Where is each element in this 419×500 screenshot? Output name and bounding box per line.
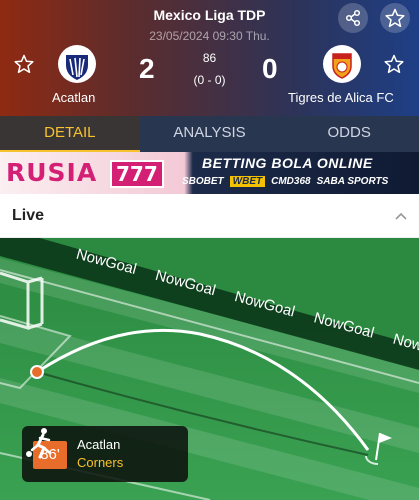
sponsor-saba: SABA SPORTS [316,176,389,187]
share-button[interactable] [338,3,368,33]
watermark-text: NowGoal [154,267,218,299]
banner-headline: BETTING BOLA ONLINE [202,155,373,171]
tab-odds[interactable]: ODDS [279,116,419,152]
match-header: Mexico Liga TDP 23/05/2024 09:30 Thu. Ac… [0,0,419,116]
half-time-score: (0 - 0) [193,73,226,87]
event-type: Corners [77,455,124,470]
ad-banner[interactable]: RUSIA 777 BETTING BOLA ONLINE SBOBET WBE… [0,152,419,194]
live-label: Live [12,207,45,224]
watermark-layer: NowGoal NowGoal NowGoal NowGoal NowGoal [74,246,419,363]
sponsor-cmd368: CMD368 [271,176,311,187]
share-icon [345,9,361,27]
sponsor-sbobet: SBOBET [182,176,224,187]
live-event-card: 86' Acatlan Corners [22,426,188,482]
banner-sponsors: SBOBET WBET CMD368 SABA SPORTS [182,176,388,187]
star-icon [385,8,405,28]
tab-detail[interactable]: DETAIL [0,116,140,152]
watermark-text: NowGoal [391,331,419,363]
tab-bar: DETAIL ANALYSIS ODDS [0,116,419,152]
banner-brand-number: 777 [110,160,164,188]
watermark-text: NowGoal [312,309,376,341]
favorite-match-button[interactable] [380,3,410,33]
live-section-header[interactable]: Live [0,194,419,238]
watermark-text: NowGoal [74,246,138,278]
tab-analysis[interactable]: ANALYSIS [140,116,280,152]
sponsor-wbet: WBET [229,176,266,187]
home-team-name[interactable]: Acatlan [52,90,95,105]
corner-kick-icon [26,428,52,459]
live-pitch: NowGoal NowGoal NowGoal NowGoal NowGoal … [0,238,419,500]
watermark-text: NowGoal [233,288,297,320]
event-team: Acatlan [77,437,121,452]
match-minute: 86 [202,51,217,65]
chevron-up-icon[interactable] [394,211,408,221]
banner-brand: RUSIA [6,158,98,187]
away-team-name[interactable]: Tigres de Alica FC [288,90,394,105]
